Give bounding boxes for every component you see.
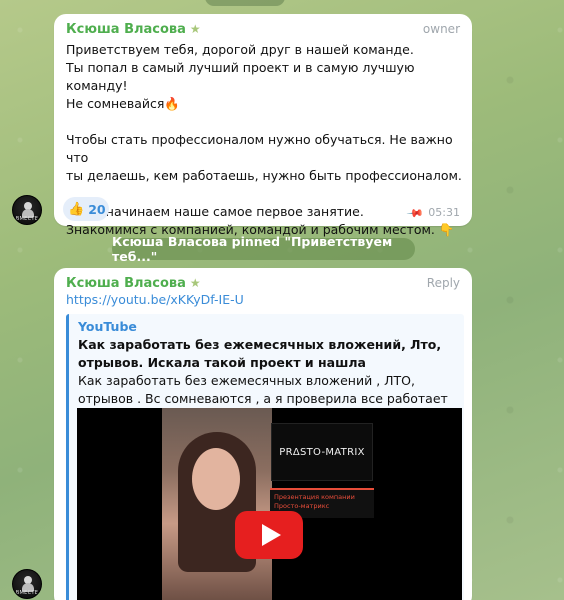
date-pill [205, 0, 285, 6]
avatar-label: ВМЕСТЕ [15, 216, 39, 222]
message-meta: 📌 05:31 [405, 203, 460, 223]
thumbnail-brand-logo: PRΔSTO-MATRIX [271, 423, 373, 481]
reply-button[interactable]: Reply [427, 276, 460, 290]
link-preview[interactable]: YouTube Как заработать без ежемесячных в… [66, 314, 464, 600]
thumbnail-brand-text: PRΔSTO-MATRIX [279, 446, 365, 458]
preview-title: Как заработать без ежемесячных вложений,… [78, 337, 442, 370]
thumbnail-photo [162, 408, 272, 600]
play-button[interactable] [235, 511, 303, 559]
message-bubble[interactable]: Ксюша Власова ★ owner Приветствуем тебя, … [54, 14, 472, 237]
reaction-chip[interactable]: 👍 20 [63, 197, 109, 221]
sender-name-text: Ксюша Власова [66, 22, 186, 37]
avatar[interactable]: ВМЕСТЕ [12, 569, 42, 599]
video-thumbnail[interactable]: PRΔSTO-MATRIX Презентация компании Прост… [77, 408, 462, 600]
thumbnail-face [192, 448, 240, 510]
role-badge: owner [422, 22, 460, 36]
avatar[interactable]: ВМЕСТЕ [12, 195, 42, 225]
pin-icon: 📌 [405, 203, 425, 223]
play-icon [261, 524, 281, 546]
sender-name[interactable]: Ксюша Власова ★ [66, 276, 201, 291]
thumbs-up-icon: 👍 [68, 201, 85, 217]
thumbnail-dark-panel [377, 408, 462, 600]
sender-name-text: Ксюша Власова [66, 276, 186, 291]
star-icon: ★ [189, 276, 201, 290]
message-time: 05:31 [428, 206, 460, 219]
message-text: Приветствуем тебя, дорогой друг в нашей … [66, 42, 462, 237]
star-icon: ★ [189, 22, 201, 36]
message-link[interactable]: https://youtu.be/xKKyDf-IE-U [66, 292, 244, 307]
avatar-label: ВМЕСТЕ [15, 590, 39, 596]
pinned-service-message[interactable]: Ксюша Власова pinned "Приветствуем теб..… [112, 234, 415, 264]
preview-site-name: YouTube [78, 319, 137, 334]
message-bubble[interactable]: Ксюша Власова ★ Reply https://youtu.be/xK… [54, 268, 472, 600]
thumbnail-caption: Презентация компании Просто-матрикс [274, 493, 355, 510]
sender-name[interactable]: Ксюша Власова ★ [66, 22, 201, 37]
reaction-count: 20 [88, 201, 106, 217]
